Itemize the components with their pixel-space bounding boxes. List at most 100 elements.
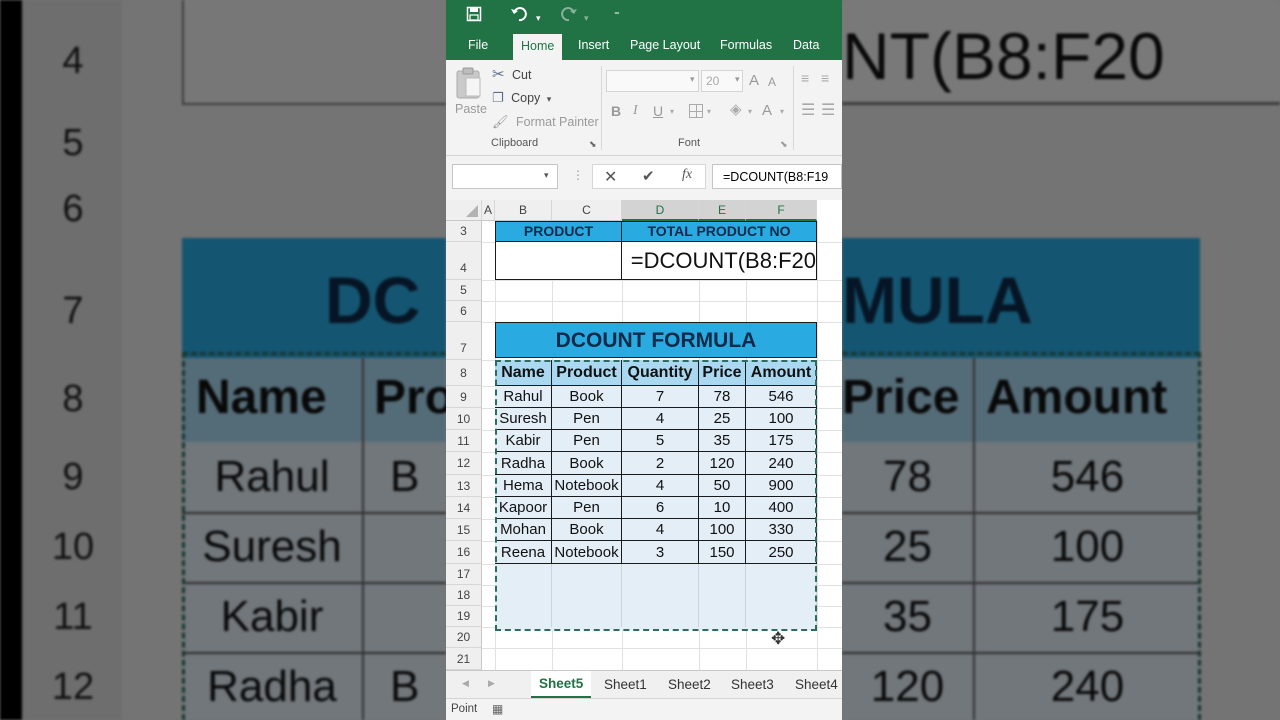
sheet-tab-bar: ◀ ▶ Sheet5 Sheet1 Sheet2 Sheet3 Sheet4 [446,670,842,698]
format-painter-label: Format Painter [515,115,599,129]
shrink-font-icon: A [768,75,777,89]
row-header-14[interactable]: 14 [446,497,482,519]
tab-page-layout[interactable]: Page Layout [630,38,700,52]
name-box[interactable] [452,164,558,189]
customize-qat-icon[interactable]: ⁼ [614,6,620,24]
copy-dropdown-icon[interactable]: ▾ [547,94,552,104]
video-frame: 456789101112 DC Name Pro RahulBSureshKab… [0,0,1280,720]
cut-button[interactable]: ✂ Cut [492,65,531,84]
sheet-tab-sheet2[interactable]: Sheet2 [668,677,711,692]
gridline [482,648,842,649]
copy-icon: ❐ [492,90,504,105]
column-header-d[interactable]: D [622,200,699,221]
row-header-19[interactable]: 19 [446,606,482,627]
paste-icon [456,67,481,99]
underline-dropdown-icon: ▾ [670,107,675,116]
gridline [482,301,842,302]
font-group-label: Font [678,137,701,149]
cancel-icon[interactable]: ✕ [604,167,617,187]
italic-button: I [633,103,638,118]
row-header-5[interactable]: 5 [446,280,482,301]
scroll-sheets-right-icon[interactable]: ▶ [488,678,495,689]
sheet-tab-sheet3[interactable]: Sheet3 [731,677,774,692]
column-header-f[interactable]: F [746,200,817,221]
excel-window: ▾ ▾ ⁼ File Home Insert Page Layout Formu… [446,0,842,720]
table-title-cell[interactable]: DCOUNT FORMULA [495,322,817,358]
header-total-cell[interactable]: TOTAL PRODUCT NO [622,221,817,242]
font-color-dropdown-icon: ▾ [780,107,785,116]
macro-recording-icon[interactable]: ▦ [492,702,503,716]
quick-access-toolbar: ▾ ▾ ⁼ [446,0,842,32]
scroll-sheets-left-icon[interactable]: ◀ [462,678,469,689]
enter-icon[interactable]: ✔ [642,167,655,185]
sheet-tab-sheet5[interactable]: Sheet5 [531,671,592,698]
tab-formulas[interactable]: Formulas [720,38,772,52]
row-header-17[interactable]: 17 [446,564,482,585]
formula-bar-grip-icon: ⋮ [572,168,584,182]
format-painter-button: 🖌 Format Painter [492,113,599,131]
font-size-dropdown-icon: ▾ [735,74,740,84]
row-header-21[interactable]: 21 [446,648,482,670]
copy-label: Copy [511,91,541,105]
row-header-9[interactable]: 9 [446,386,482,408]
result-cell-product[interactable] [495,242,622,280]
row-header-13[interactable]: 13 [446,475,482,497]
brush-icon: 🖌 [492,114,509,129]
redo-icon [558,6,578,27]
ribbon-home: Paste ✂ Cut ❐ Copy ▾ 🖌 Format Painter Cl… [446,60,842,156]
clipboard-group-label: Clipboard [491,137,539,149]
row-header-7[interactable]: 7 [446,322,482,360]
row-header-20[interactable]: 20 [446,627,482,648]
undo-icon[interactable] [510,6,530,27]
result-cell-editing[interactable]: =DCOUNT(B8:F20 [622,242,817,280]
row-header-15[interactable]: 15 [446,519,482,541]
tab-data[interactable]: Data [793,38,819,52]
column-header-c[interactable]: C [552,200,622,221]
column-header-b[interactable]: B [495,200,552,221]
marching-ants-selection [495,360,817,631]
spreadsheet-grid[interactable]: ABCDEF 3 4 5 6 7 8 9 10 11 12 13 14 15 16 17 18 19 20 21 P… [446,200,842,670]
borders-dropdown-icon: ▾ [707,107,712,116]
font-name-dropdown-icon: ▾ [690,74,695,84]
row-header-4[interactable]: 4 [446,242,482,280]
align-left-icon: ☰ [801,102,816,119]
formula-input[interactable]: =DCOUNT(B8:F19 [712,164,842,189]
fill-color-icon: ◈ [730,101,742,118]
bold-button: B [611,103,622,119]
name-box-dropdown-icon[interactable]: ▾ [544,170,549,181]
row-header-11[interactable]: 11 [446,430,482,452]
font-color-icon: A [762,102,773,119]
insert-function-icon[interactable]: fx [682,167,692,183]
grow-font-icon: A [749,72,760,89]
row-header-12[interactable]: 12 [446,452,482,475]
row-header-18[interactable]: 18 [446,585,482,606]
save-icon[interactable] [466,6,482,27]
paste-button[interactable]: Paste [454,66,487,120]
cut-label: Cut [512,68,532,82]
redo-dropdown-icon: ▾ [584,13,589,23]
select-all-corner[interactable] [446,200,482,221]
row-header-8[interactable]: 8 [446,360,482,386]
column-header-e[interactable]: E [699,200,746,221]
status-bar: Point ▦ [446,698,842,720]
status-mode: Point [451,703,478,715]
undo-dropdown-icon[interactable]: ▾ [536,9,541,27]
tab-home[interactable]: Home [513,34,563,60]
ribbon-tabs: File Home Insert Page Layout Formulas Da… [446,32,842,60]
background-zoom-right: NT(B8:F20 MULA Price Amount 785462510035… [842,0,1280,720]
row-header-16[interactable]: 16 [446,541,482,564]
move-cursor-icon: ✥ [771,629,786,648]
header-product-cell[interactable]: PRODUCT [495,221,622,242]
borders-icon [689,104,703,118]
row-header-3[interactable]: 3 [446,221,482,242]
sheet-tab-sheet1[interactable]: Sheet1 [604,677,647,692]
sheet-tab-sheet4[interactable]: Sheet4 [795,677,838,692]
column-header-a[interactable]: A [482,200,495,221]
clipboard-launcher-icon[interactable]: ⬊ [589,139,597,150]
row-header-10[interactable]: 10 [446,408,482,430]
row-header-6[interactable]: 6 [446,301,482,322]
tab-insert[interactable]: Insert [578,38,609,52]
copy-button[interactable]: ❐ Copy ▾ [492,89,551,107]
scissors-icon: ✂ [492,66,505,83]
tab-file[interactable]: File [468,38,488,52]
